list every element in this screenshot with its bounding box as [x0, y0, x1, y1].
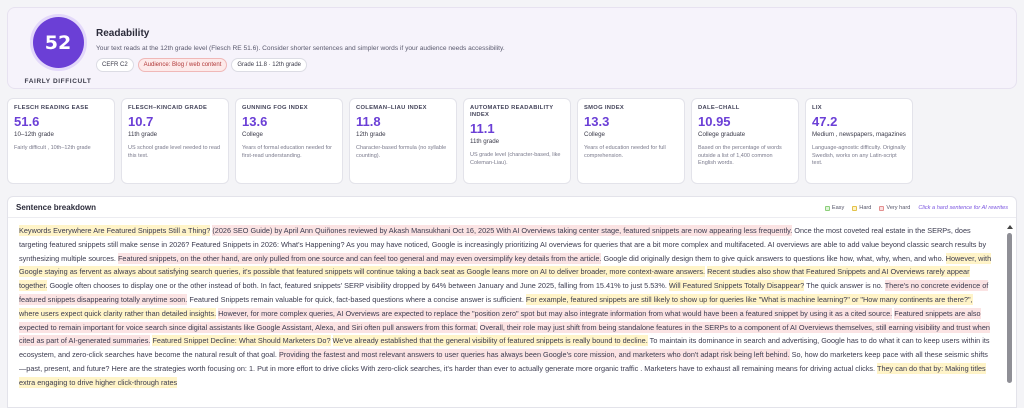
scroll-up-arrow-icon[interactable]	[1006, 225, 1013, 229]
metric-description: Language-agnostic difficulty. Originally…	[812, 145, 906, 166]
metric-value: 10.7	[128, 114, 154, 129]
summary-chips: CEFR C2 Audience: Blog / web content Gra…	[96, 58, 307, 72]
metric-description: Years of formal education needed for fir…	[242, 145, 332, 159]
very-hard-swatch-icon	[879, 205, 885, 211]
metric-value: 13.3	[584, 114, 610, 129]
metric-level: 12th grade	[356, 131, 386, 138]
metric-description: Character-based formula (no syllable cou…	[356, 145, 447, 159]
scrollbar-thumb[interactable]	[1007, 233, 1012, 383]
metric-card-flesch-kincaid: FLESCH–KINCAID GRADE 10.7 11th grade US …	[121, 98, 229, 184]
metric-card-flesch-reading-ease: FLESCH READING EASE 51.6 10–12th grade F…	[7, 98, 115, 184]
breakdown-legend: Easy Hard Very hard Click a hard sentenc…	[824, 205, 1008, 211]
sentence-text-area: Keywords Everywhere Are Featured Snippet…	[19, 224, 994, 390]
ai-rewrite-hint: Click a hard sentence for AI rewrites	[918, 205, 1008, 211]
metric-level: College graduate	[698, 131, 746, 138]
sentence-plain: Featured Snippets remain valuable for qu…	[189, 294, 524, 304]
metric-value: 13.6	[242, 114, 268, 129]
metric-level: College	[584, 131, 605, 138]
metric-value: 10.95	[698, 114, 731, 129]
metric-cards: FLESCH READING EASE 51.6 10–12th grade F…	[7, 98, 1017, 184]
sentence-plain: Google often chooses to display one or t…	[49, 281, 667, 291]
metric-level: 10–12th grade	[14, 131, 54, 138]
legend-hard: Hard	[852, 205, 871, 211]
legend-hard-label: Hard	[859, 205, 872, 211]
sentence-breakdown-panel: Sentence breakdown Easy Hard Very hard C…	[7, 196, 1017, 408]
metric-name: FLESCH–KINCAID GRADE	[128, 105, 208, 111]
metric-card-lix: LIX 47.2 Medium , newspapers, magazines …	[805, 98, 913, 184]
sentence-veryhard[interactable]: Featured snippets, on the other hand, ar…	[117, 252, 602, 264]
sentence-veryhard[interactable]: Providing the fastest and most relevant …	[279, 349, 790, 361]
metric-card-smog: SMOG INDEX 13.3 College Years of educati…	[577, 98, 685, 184]
sentence-hard[interactable]: We've already established that the gener…	[332, 335, 648, 347]
legend-very-hard-label: Very hard	[886, 205, 911, 211]
easy-swatch-icon	[824, 205, 830, 211]
metric-name: SMOG INDEX	[584, 105, 625, 111]
audience-chip: Audience: Blog / web content	[137, 58, 228, 72]
sentence-hard[interactable]: Featured Snippet Decline: What Should Ma…	[152, 335, 331, 347]
summary-description: Your text reads at the 12th grade level …	[96, 45, 505, 52]
sentence-hard[interactable]: Will Featured Snippets Totally Disappear…	[668, 280, 805, 292]
legend-easy: Easy	[824, 205, 845, 211]
metric-level: College	[242, 131, 263, 138]
metric-level: Medium , newspapers, magazines	[812, 131, 906, 138]
sentence-veryhard[interactable]: However, for more complex queries, AI Ov…	[218, 307, 893, 319]
readability-summary-card: 52 FAIRLY DIFFICULT Readability Your tex…	[7, 7, 1017, 89]
metric-description: Based on the percentage of words outside…	[698, 145, 782, 166]
sentence-plain: The quick answer is no.	[806, 281, 883, 291]
metric-name: FLESCH READING EASE	[14, 105, 89, 111]
metric-level: 11th grade	[470, 138, 500, 145]
metric-value: 11.1	[470, 121, 495, 136]
metric-description: US school grade level needed to read thi…	[128, 145, 221, 159]
metric-description: Years of education needed for full compr…	[584, 145, 666, 159]
metric-name: COLEMAN–LIAU INDEX	[356, 105, 427, 111]
grade-chip: Grade 11.8 · 12th grade	[231, 58, 307, 72]
legend-very-hard: Very hard	[879, 205, 910, 211]
score-value: 52	[32, 17, 84, 68]
metric-name: GUNNING FOG INDEX	[242, 105, 308, 111]
metric-description: Fairly difficult , 10th–12th grade	[14, 145, 91, 151]
metric-description: US grade level (character-based, like Co…	[470, 152, 561, 166]
metric-value: 51.6	[14, 114, 40, 129]
metric-card-gunning-fog: GUNNING FOG INDEX 13.6 College Years of …	[235, 98, 343, 184]
sentence-hard[interactable]: Keywords Everywhere Are Featured Snippet…	[19, 225, 211, 236]
metric-value: 47.2	[812, 114, 838, 129]
metric-name: AUTOMATED READABILITY INDEX	[470, 105, 554, 118]
score-label: FAIRLY DIFFICULT	[24, 78, 92, 85]
summary-title: Readability	[96, 28, 150, 39]
metric-level: 11th grade	[128, 131, 158, 138]
text-scrollbar[interactable]	[1006, 225, 1013, 407]
metric-card-automated-readability: AUTOMATED READABILITY INDEX 11.1 11th gr…	[463, 98, 571, 184]
metric-name: LIX	[812, 105, 822, 111]
metric-name: DALE–CHALL	[698, 105, 740, 111]
score-badge: 52 FAIRLY DIFFICULT	[22, 17, 94, 85]
hard-swatch-icon	[852, 205, 858, 211]
breakdown-title: Sentence breakdown	[16, 203, 97, 212]
breakdown-divider	[8, 217, 1016, 218]
metric-value: 11.8	[356, 114, 381, 129]
metric-card-dale-chall: DALE–CHALL 10.95 College graduate Based …	[691, 98, 799, 184]
legend-easy-label: Easy	[831, 205, 845, 211]
sentence-veryhard[interactable]: (2026 SEO Guide) by April Ann Quiñones r…	[212, 225, 793, 236]
cefr-chip: CEFR C2	[96, 58, 134, 72]
metric-card-coleman-liau: COLEMAN–LIAU INDEX 11.8 12th grade Chara…	[349, 98, 457, 184]
sentence-plain: Google did originally design them to giv…	[603, 253, 944, 263]
